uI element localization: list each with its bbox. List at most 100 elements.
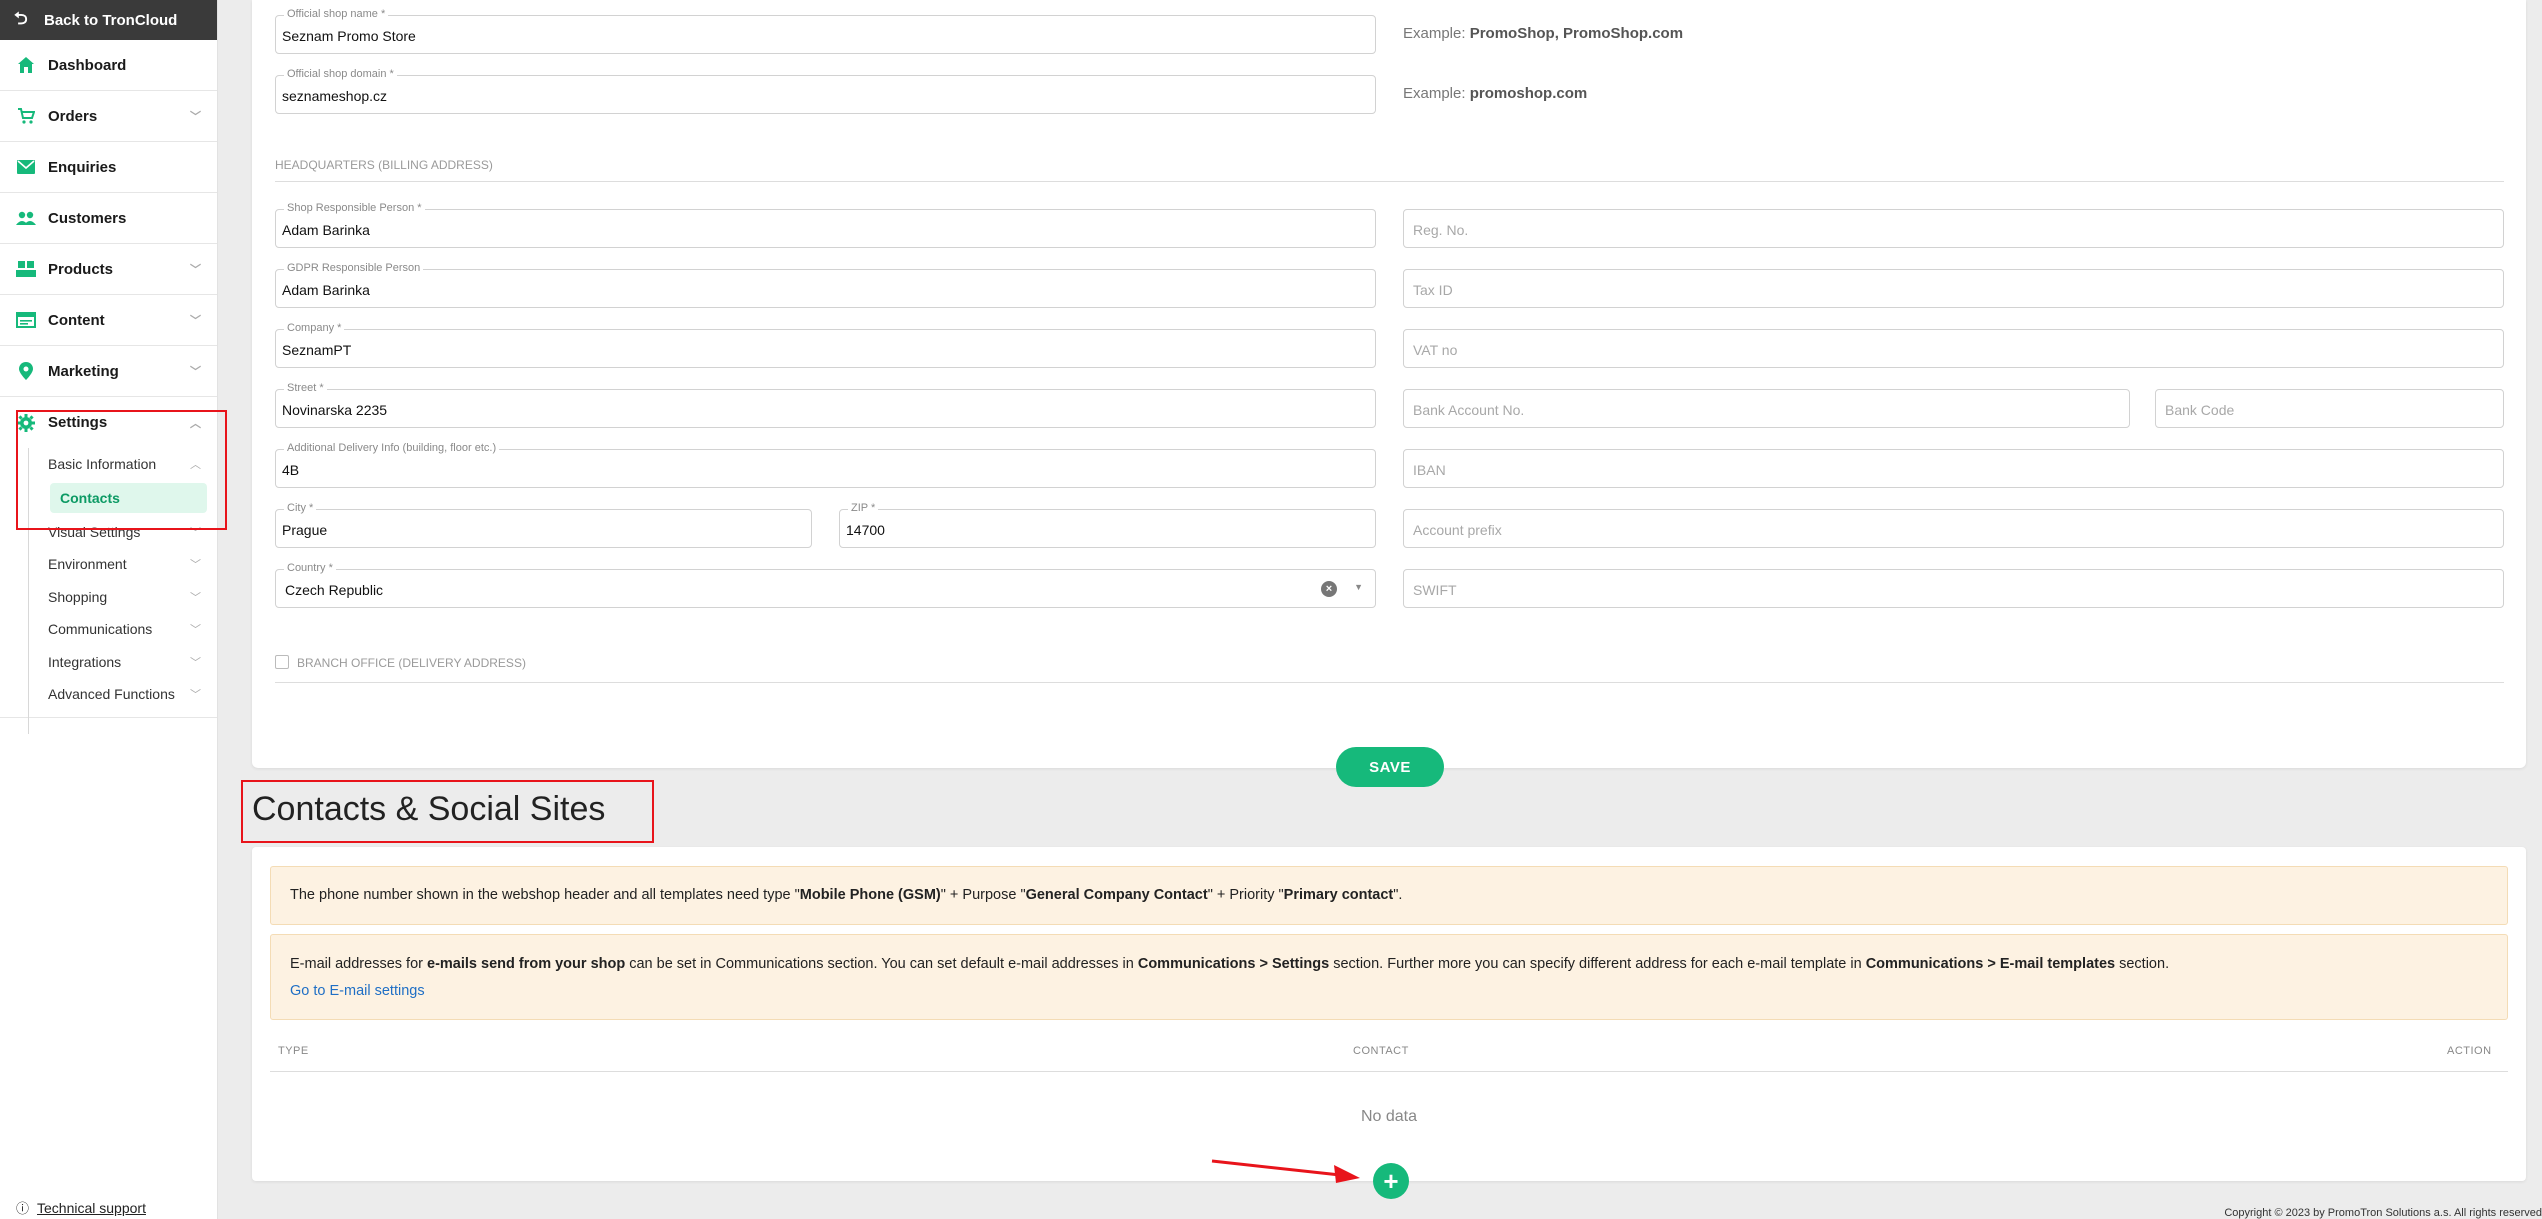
empty-state: No data bbox=[1360, 1108, 1418, 1125]
notice-text: " + Priority " bbox=[1207, 887, 1284, 903]
column-header-action: ACTION bbox=[2447, 1045, 2492, 1057]
sidebar-item-label: Products bbox=[48, 260, 114, 278]
example-value: PromoShop, PromoShop.com bbox=[1469, 25, 1684, 42]
email-settings-link[interactable]: Go to E-mail settings bbox=[290, 983, 425, 999]
users-icon bbox=[16, 209, 36, 227]
field-label: GDPR Responsible Person bbox=[284, 262, 424, 274]
field-value: Seznam Promo Store bbox=[282, 28, 416, 44]
shop-domain-example: Example: promoshop.com bbox=[1403, 85, 1587, 102]
city-field[interactable]: City * Prague bbox=[275, 502, 812, 548]
phone-notice: The phone number shown in the webshop he… bbox=[270, 866, 2508, 925]
sidebar-item-dashboard[interactable]: Dashboard bbox=[0, 40, 217, 91]
sidebar-subitem-shopping[interactable]: Shopping ﹀ bbox=[0, 581, 217, 614]
responsible-person-field[interactable]: Shop Responsible Person * Adam Barinka bbox=[275, 202, 1376, 248]
sidebar-item-products[interactable]: Products ﹀ bbox=[0, 244, 217, 295]
copyright-text: Copyright © 2023 by PromoTron Solutions … bbox=[2224, 1207, 2542, 1219]
notice-text: The phone number shown in the webshop he… bbox=[290, 887, 800, 903]
annotation-box-heading bbox=[241, 780, 654, 843]
section-divider bbox=[275, 682, 2504, 683]
add-contact-button[interactable]: + bbox=[1373, 1163, 1409, 1199]
column-header-contact: CONTACT bbox=[1353, 1045, 1409, 1057]
tax-id-field[interactable]: Tax ID bbox=[1403, 269, 2504, 308]
notice-text: can be set in Communications section. Yo… bbox=[625, 956, 1138, 972]
boxes-icon bbox=[16, 260, 36, 278]
example-prefix: Example: bbox=[1403, 85, 1466, 102]
field-label: Shop Responsible Person * bbox=[284, 202, 425, 214]
dropdown-caret-icon[interactable]: ▼ bbox=[1354, 582, 1363, 592]
table-header-divider bbox=[270, 1071, 2508, 1072]
example-value: promoshop.com bbox=[1469, 85, 1588, 102]
sidebar-item-label: Customers bbox=[48, 209, 127, 227]
help-circle-icon: ⓘ bbox=[16, 1201, 30, 1216]
field-placeholder: Reg. No. bbox=[1413, 222, 1469, 238]
email-notice: E-mail addresses for e-mails send from y… bbox=[270, 934, 2508, 1020]
chevron-down-icon: ﹀ bbox=[190, 559, 201, 572]
mail-icon bbox=[16, 158, 36, 176]
street-field[interactable]: Street * Novinarska 2235 bbox=[275, 382, 1376, 428]
cart-icon bbox=[16, 107, 36, 125]
sidebar-subitem-integrations[interactable]: Integrations ﹀ bbox=[0, 646, 217, 679]
field-value: 14700 bbox=[846, 522, 885, 538]
field-placeholder: Bank Code bbox=[2165, 402, 2235, 418]
field-value: 4B bbox=[282, 462, 300, 478]
gdpr-person-field[interactable]: GDPR Responsible Person Adam Barinka bbox=[275, 262, 1376, 308]
sidebar-item-marketing[interactable]: Marketing ﹀ bbox=[0, 346, 217, 397]
iban-field[interactable]: IBAN bbox=[1403, 449, 2504, 488]
chevron-down-icon: ﹀ bbox=[190, 315, 201, 327]
field-label: Company * bbox=[284, 322, 345, 334]
pin-icon bbox=[16, 362, 36, 380]
shop-domain-field[interactable]: Official shop domain * seznameshop.cz bbox=[275, 68, 1376, 114]
notice-text: section. Further more you can specify di… bbox=[1329, 956, 1866, 972]
chevron-down-icon: ﹀ bbox=[190, 366, 201, 378]
notice-bold: Communications > Settings bbox=[1137, 956, 1330, 972]
sidebar-item-label: Dashboard bbox=[48, 56, 127, 74]
field-label: Official shop name * bbox=[284, 8, 389, 20]
chevron-down-icon: ﹀ bbox=[190, 624, 201, 637]
sidebar-subitem-environment[interactable]: Environment ﹀ bbox=[0, 548, 217, 581]
technical-support-link[interactable]: ⓘ Technical support bbox=[16, 1198, 146, 1217]
sidebar: ⮌ Back to TronCloud Dashboard Orders ﹀ E… bbox=[0, 0, 218, 1219]
company-field[interactable]: Company * SeznamPT bbox=[275, 322, 1376, 368]
contacts-card: The phone number shown in the webshop he… bbox=[252, 847, 2526, 1181]
field-placeholder: SWIFT bbox=[1413, 582, 1457, 598]
shop-name-field[interactable]: Official shop name * Seznam Promo Store bbox=[275, 8, 1376, 54]
sidebar-subitem-label: Communications bbox=[48, 621, 153, 638]
bank-account-field[interactable]: Bank Account No. bbox=[1403, 389, 2130, 428]
sidebar-item-content[interactable]: Content ﹀ bbox=[0, 295, 217, 346]
column-header-type: TYPE bbox=[278, 1045, 309, 1057]
branch-office-checkbox[interactable] bbox=[275, 655, 289, 669]
sidebar-subitem-communications[interactable]: Communications ﹀ bbox=[0, 613, 217, 646]
notice-text: ". bbox=[1393, 887, 1403, 903]
reg-no-field[interactable]: Reg. No. bbox=[1403, 209, 2504, 248]
branch-office-label: BRANCH OFFICE (DELIVERY ADDRESS) bbox=[297, 656, 526, 670]
chevron-down-icon: ﹀ bbox=[190, 689, 201, 702]
sidebar-item-label: Marketing bbox=[48, 362, 119, 380]
delivery-info-field[interactable]: Additional Delivery Info (building, floo… bbox=[275, 442, 1376, 488]
back-arrow-icon: ⮌ bbox=[14, 8, 28, 28]
notice-bold: Primary contact bbox=[1283, 887, 1394, 903]
field-value: Adam Barinka bbox=[282, 282, 370, 298]
notice-bold: e-mails send from your shop bbox=[427, 956, 626, 972]
vat-no-field[interactable]: VAT no bbox=[1403, 329, 2504, 368]
sidebar-subitem-advanced-functions[interactable]: Advanced Functions ﹀ bbox=[0, 678, 217, 711]
sidebar-item-customers[interactable]: Customers bbox=[0, 193, 217, 244]
layout-icon bbox=[16, 311, 36, 329]
bank-code-field[interactable]: Bank Code bbox=[2155, 389, 2504, 428]
swift-field[interactable]: SWIFT bbox=[1403, 569, 2504, 608]
save-button[interactable]: SAVE bbox=[1336, 747, 1444, 787]
field-value: Adam Barinka bbox=[282, 222, 370, 238]
sidebar-item-enquiries[interactable]: Enquiries bbox=[0, 142, 217, 193]
field-placeholder: Tax ID bbox=[1413, 282, 1453, 298]
account-prefix-field[interactable]: Account prefix bbox=[1403, 509, 2504, 548]
notice-bold: Mobile Phone (GSM) bbox=[799, 887, 941, 903]
field-placeholder: VAT no bbox=[1413, 342, 1458, 358]
notice-bold: Communications > E-mail templates bbox=[1865, 956, 2116, 972]
sidebar-item-orders[interactable]: Orders ﹀ bbox=[0, 91, 217, 142]
field-label: Country * bbox=[284, 562, 336, 574]
shop-name-example: Example: PromoShop, PromoShop.com bbox=[1403, 25, 1683, 42]
back-to-troncloud-button[interactable]: ⮌ Back to TronCloud bbox=[0, 0, 217, 40]
clear-icon[interactable]: × bbox=[1321, 581, 1337, 597]
country-select[interactable]: Country * Czech Republic × ▼ bbox=[275, 562, 1376, 608]
zip-field[interactable]: ZIP * 14700 bbox=[839, 502, 1376, 548]
sidebar-item-label: Enquiries bbox=[48, 158, 117, 176]
